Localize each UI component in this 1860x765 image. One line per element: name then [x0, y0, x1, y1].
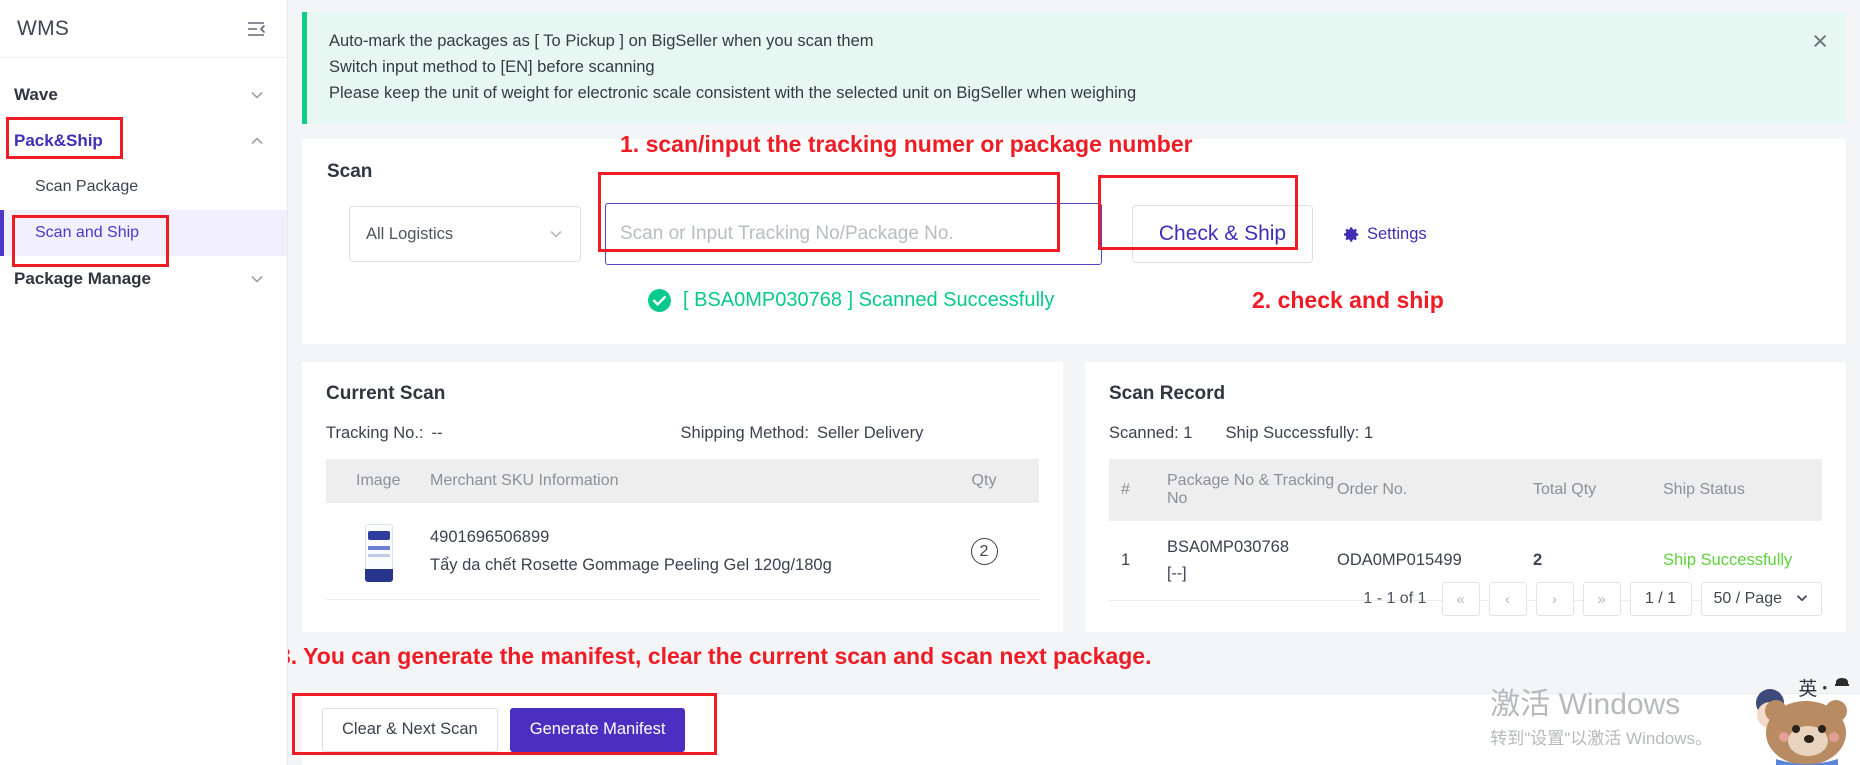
app-brand: WMS	[17, 16, 70, 40]
scanned-count: Scanned: 1	[1109, 424, 1193, 442]
close-icon[interactable]: ×	[1812, 28, 1828, 55]
chevron-down-icon	[1795, 591, 1811, 607]
tracking-no-label: Tracking No.:	[326, 424, 424, 442]
logistics-select-value: All Logistics	[366, 224, 454, 243]
current-scan-panel: Current Scan Tracking No.: -- Shipping M…	[302, 362, 1063, 632]
watermark-line-2: 转到"设置"以激活 Windows。	[1490, 729, 1712, 748]
chevrons-left-icon[interactable]: «	[1441, 582, 1480, 616]
scan-record-meta: Scanned: 1 Ship Successfully: 1	[1109, 424, 1822, 443]
sidebar-item-label: Scan and Ship	[35, 224, 140, 241]
scan-record-table: # Package No & Tracking No Order No. Tot…	[1109, 459, 1822, 601]
sidebar: WMS Wave Pack&Ship Scan Package Scan and…	[0, 0, 288, 765]
chevron-up-icon	[249, 133, 265, 149]
chevron-down-icon	[249, 87, 265, 103]
sidebar-nav: Wave Pack&Ship Scan Package Scan and Shi…	[0, 58, 287, 302]
sidebar-group-packship[interactable]: Pack&Ship	[0, 118, 287, 164]
notice-banner: Auto-mark the packages as [ To Pickup ] …	[302, 12, 1846, 124]
collapse-panel-icon[interactable]	[245, 18, 267, 40]
generate-manifest-button[interactable]: Generate Manifest	[509, 707, 686, 752]
column-merchant-sku: Merchant SKU Information	[430, 459, 929, 503]
tracking-no-value: --	[431, 424, 443, 442]
settings-link[interactable]: Settings	[1343, 225, 1427, 244]
chevrons-right-icon[interactable]: »	[1582, 582, 1621, 616]
page-size-value: 50 / Page	[1713, 590, 1783, 607]
qty-badge: 2	[970, 537, 998, 565]
main-content: Auto-mark the packages as [ To Pickup ] …	[288, 0, 1860, 765]
sidebar-item-scan-package[interactable]: Scan Package	[0, 164, 287, 210]
scan-record-panel: Scan Record Scanned: 1 Ship Successfully…	[1085, 362, 1846, 632]
sidebar-group-label: Wave	[14, 85, 58, 104]
sku-name: Tẩy da chết Rosette Gommage Peeling Gel …	[430, 555, 832, 574]
current-scan-meta: Tracking No.: -- Shipping Method: Seller…	[326, 424, 1039, 443]
chevron-down-icon	[249, 271, 265, 287]
table-header-row: # Package No & Tracking No Order No. Tot…	[1109, 459, 1822, 521]
scan-record-title: Scan Record	[1109, 383, 1226, 404]
annotation-step-3: 3. You can generate the manifest, clear …	[288, 643, 1152, 669]
shipping-method-label: Shipping Method:	[680, 424, 809, 442]
tracking-no: [--]	[1167, 565, 1187, 582]
package-no: BSA0MP030768	[1167, 538, 1290, 556]
scan-status-text: [ BSA0MP030768 ] Scanned Successfully	[683, 289, 1055, 311]
check-and-ship-button[interactable]: Check & Ship	[1132, 205, 1313, 263]
scan-card: Scan All Logistics Check & Ship	[302, 131, 1846, 344]
sidebar-item-label: Scan Package	[35, 178, 139, 195]
sidebar-item-scan-and-ship[interactable]: Scan and Ship	[0, 210, 287, 256]
table-row: 4901696506899 Tẩy da chết Rosette Gommag…	[326, 503, 1039, 600]
sku-code: 4901696506899	[430, 527, 550, 546]
windows-activation-watermark: 激活 Windows 转到"设置"以激活 Windows。	[1490, 686, 1712, 749]
ship-success-count: Ship Successfully: 1	[1225, 424, 1374, 442]
table-header-row: Image Merchant SKU Information Qty	[326, 459, 1039, 503]
sidebar-header: WMS	[0, 0, 287, 58]
current-scan-table: Image Merchant SKU Information Qty 49016…	[326, 459, 1039, 600]
scan-input[interactable]	[605, 203, 1102, 265]
product-thumbnail-icon	[356, 520, 402, 582]
row-index: 1	[1109, 521, 1167, 601]
pagination: 1 - 1 of 1 « ‹ › » 1 / 1 50 / Page	[1363, 582, 1822, 616]
annotation-step-1: 1. scan/input the tracking numer or pack…	[620, 131, 1193, 157]
current-scan-title: Current Scan	[326, 383, 446, 404]
clear-next-scan-button[interactable]: Clear & Next Scan	[322, 707, 498, 752]
notice-line-1: Auto-mark the packages as [ To Pickup ] …	[329, 32, 874, 50]
scan-controls-row: All Logistics Check & Ship	[349, 203, 1821, 265]
bear-sticker-icon	[1740, 681, 1850, 765]
notice-line-2: Switch input method to [EN] before scann…	[329, 58, 655, 76]
pagination-count: 1 - 1 of 1	[1363, 590, 1427, 607]
sku-info-cell: 4901696506899 Tẩy da chết Rosette Gommag…	[430, 503, 929, 600]
product-image-cell	[326, 503, 430, 600]
chevron-left-icon[interactable]: ‹	[1488, 582, 1527, 616]
package-tracking-cell: BSA0MP030768 [--]	[1167, 521, 1337, 601]
notice-line-3: Please keep the unit of weight for elect…	[329, 84, 1137, 102]
settings-label: Settings	[1367, 224, 1427, 243]
chevron-down-icon	[548, 226, 564, 242]
chevron-right-icon[interactable]: ›	[1535, 582, 1574, 616]
scan-title: Scan	[327, 161, 373, 182]
column-qty: Qty	[929, 459, 1039, 503]
scan-status: [ BSA0MP030768 ] Scanned Successfully	[647, 288, 1821, 313]
column-index: #	[1109, 459, 1167, 521]
scan-input-wrapper	[605, 203, 1102, 265]
gear-icon	[1343, 226, 1360, 243]
sidebar-group-label: Pack&Ship	[14, 131, 103, 150]
panels-row: Current Scan Tracking No.: -- Shipping M…	[302, 362, 1846, 632]
app-root: WMS Wave Pack&Ship Scan Package Scan and…	[0, 0, 1860, 765]
check-circle-icon	[647, 288, 672, 313]
page-size-select[interactable]: 50 / Page	[1700, 582, 1822, 616]
sidebar-group-package-manage[interactable]: Package Manage	[0, 256, 287, 302]
sidebar-group-label: Package Manage	[14, 269, 152, 288]
qty-cell: 2	[929, 503, 1039, 600]
column-image: Image	[326, 459, 430, 503]
pagination-current-page[interactable]: 1 / 1	[1629, 582, 1692, 616]
shipping-method-value: Seller Delivery	[816, 424, 924, 442]
column-order-no: Order No.	[1337, 459, 1533, 521]
column-total-qty: Total Qty	[1533, 459, 1663, 521]
logistics-select[interactable]: All Logistics	[349, 206, 581, 262]
sidebar-group-wave[interactable]: Wave	[0, 72, 287, 118]
column-ship-status: Ship Status	[1663, 459, 1822, 521]
annotation-step-2: 2. check and ship	[1252, 287, 1444, 313]
watermark-line-1: 激活 Windows	[1490, 688, 1681, 721]
column-package-tracking: Package No & Tracking No	[1167, 459, 1337, 521]
